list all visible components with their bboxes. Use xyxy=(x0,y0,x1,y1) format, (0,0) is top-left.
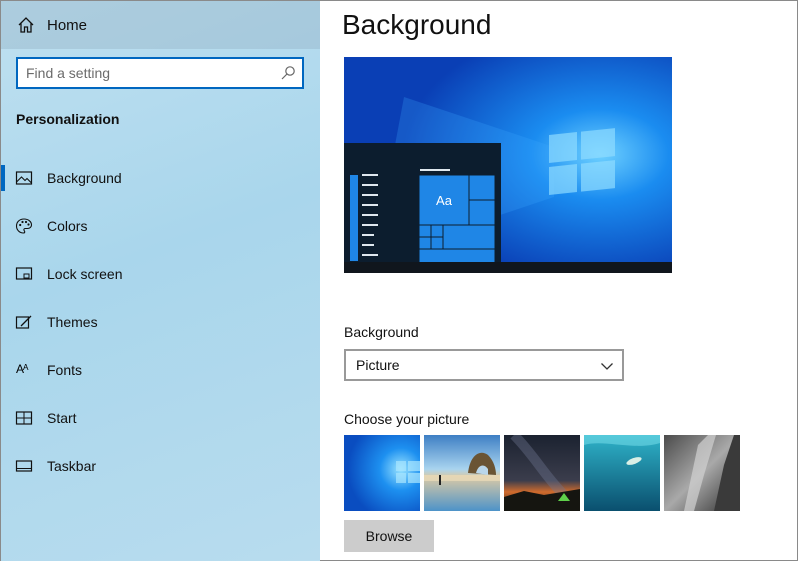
page-title: Background xyxy=(342,9,492,40)
desktop-preview: Aa xyxy=(344,57,672,273)
preview-tile-text: Aa xyxy=(436,193,453,208)
lock-screen-icon xyxy=(15,267,33,280)
palette-icon xyxy=(15,218,33,234)
sidebar-item-label: Start xyxy=(47,410,77,426)
thumbnail-rock-cliff[interactable] xyxy=(664,435,740,511)
sidebar-item-lock-screen[interactable]: Lock screen xyxy=(1,254,320,294)
active-indicator xyxy=(1,165,5,191)
sidebar-item-colors[interactable]: Colors xyxy=(1,206,320,246)
sidebar-item-taskbar[interactable]: Taskbar xyxy=(1,446,320,486)
home-label: Home xyxy=(47,17,88,34)
search-box[interactable] xyxy=(16,57,304,89)
picture-thumbnails xyxy=(344,435,744,513)
chevron-down-icon xyxy=(601,363,613,370)
background-label: Background xyxy=(344,324,419,340)
sidebar-item-themes[interactable]: Themes xyxy=(1,302,320,342)
search-input[interactable] xyxy=(26,63,276,83)
sidebar-item-background[interactable]: Background xyxy=(1,158,320,198)
main-content: Background Aa Background Picture Choose … xyxy=(320,1,798,561)
fonts-icon: Aᴬ xyxy=(16,362,28,376)
home-icon xyxy=(18,17,34,33)
themes-icon xyxy=(15,315,32,329)
sidebar-item-label: Colors xyxy=(47,218,88,234)
thumbnail-night-sky-tent[interactable] xyxy=(504,435,580,511)
sidebar-item-label: Fonts xyxy=(47,362,83,378)
sidebar: Home Personalization Background Colors xyxy=(1,1,320,561)
choose-picture-label: Choose your picture xyxy=(344,411,470,427)
sidebar-item-label: Background xyxy=(47,170,122,186)
sidebar-item-label: Taskbar xyxy=(47,458,97,474)
sidebar-item-start[interactable]: Start xyxy=(1,398,320,438)
start-icon xyxy=(15,411,33,425)
picture-icon xyxy=(15,171,33,185)
thumbnail-beach-rock-arch[interactable] xyxy=(424,435,500,511)
taskbar-icon xyxy=(15,460,33,472)
browse-button[interactable]: Browse xyxy=(344,520,434,552)
thumbnail-underwater-swimmer[interactable] xyxy=(584,435,660,511)
sidebar-item-label: Lock screen xyxy=(47,266,123,282)
sidebar-item-fonts[interactable]: Aᴬ Fonts xyxy=(1,350,320,390)
background-dropdown[interactable]: Picture xyxy=(344,349,624,381)
search-icon[interactable] xyxy=(280,65,296,81)
section-title: Personalization xyxy=(16,111,120,127)
sidebar-item-label: Themes xyxy=(47,314,98,330)
background-dropdown-value: Picture xyxy=(356,357,400,373)
thumbnail-windows-hero[interactable] xyxy=(344,435,420,511)
home-nav-item[interactable]: Home xyxy=(1,1,320,49)
